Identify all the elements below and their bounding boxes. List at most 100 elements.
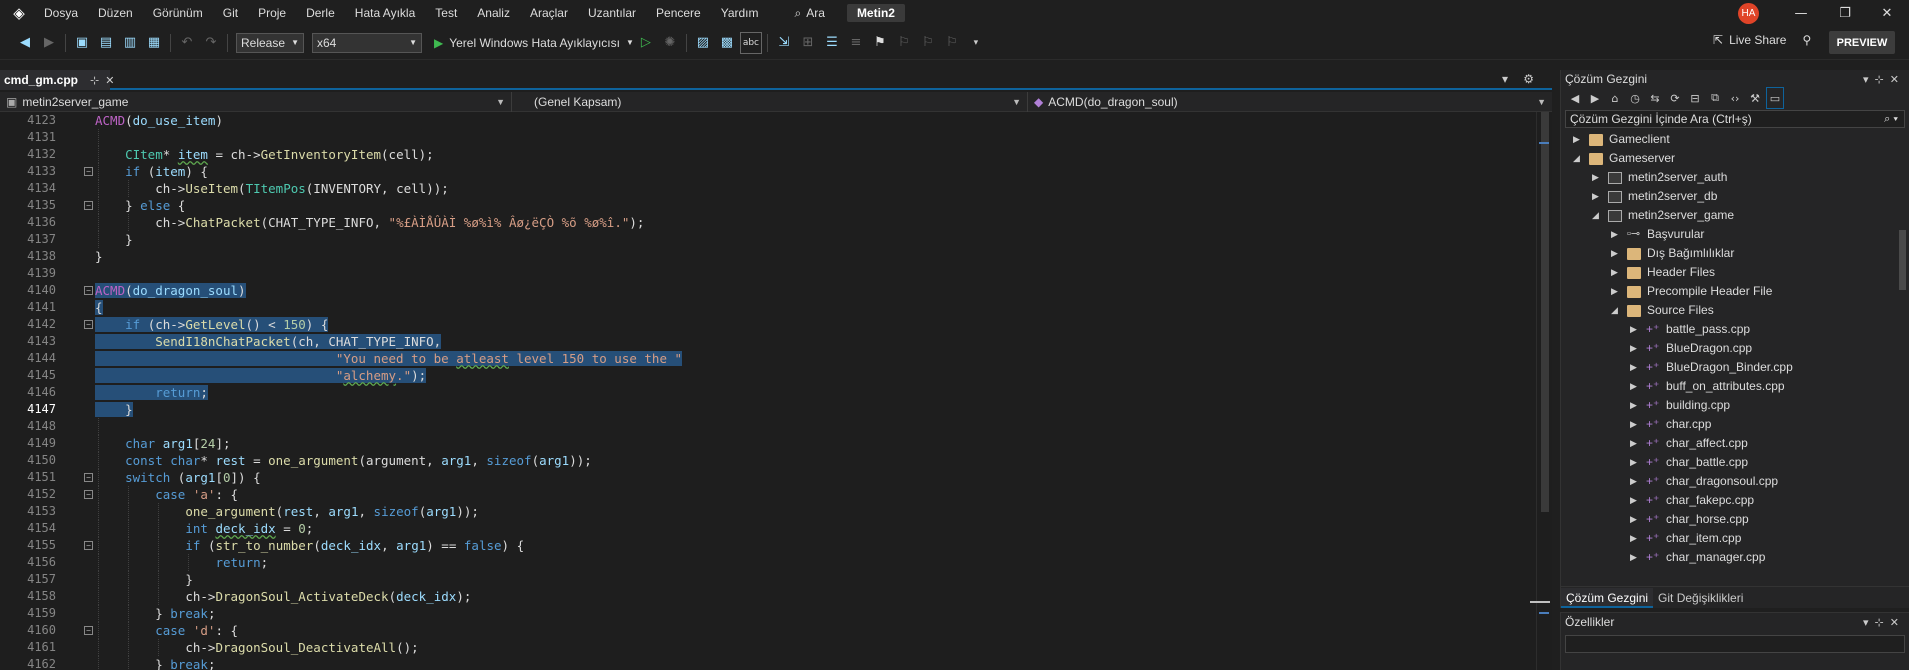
code-line[interactable]: 4149 char arg1[24]; bbox=[0, 435, 1536, 452]
expand-arrow-icon[interactable]: ▶ bbox=[1630, 453, 1640, 472]
uncomment-icon[interactable]: ≡ bbox=[845, 32, 867, 54]
menu-item-2[interactable]: Görünüm bbox=[143, 0, 213, 26]
next-bookmark-icon[interactable]: ⚐ bbox=[917, 32, 939, 54]
fold-toggle-icon[interactable]: − bbox=[84, 286, 93, 295]
tree-node[interactable]: ▶ Header Files bbox=[1561, 263, 1909, 282]
expand-arrow-icon[interactable]: ▶ bbox=[1630, 377, 1640, 396]
show-all-files-icon[interactable]: ⧉ bbox=[1706, 87, 1724, 109]
code-line[interactable]: 4146 return; bbox=[0, 384, 1536, 401]
code-line[interactable]: 4144 "You need to be atleast level 150 t… bbox=[0, 350, 1536, 367]
code-line[interactable]: 4145 "alchemy."); bbox=[0, 367, 1536, 384]
step-icon[interactable]: ⇲ bbox=[773, 32, 795, 54]
menu-item-6[interactable]: Hata Ayıkla bbox=[345, 0, 425, 26]
expand-arrow-icon[interactable]: ▶ bbox=[1592, 168, 1602, 187]
tree-node[interactable]: ▶ +⁺ char_item.cpp bbox=[1561, 529, 1909, 548]
tree-node[interactable]: ▶ Dış Bağımlılıklar bbox=[1561, 244, 1909, 263]
code-line[interactable]: 4135 −} else { bbox=[0, 197, 1536, 214]
expand-arrow-icon[interactable]: ▶ bbox=[1630, 548, 1640, 567]
code-line[interactable]: 4162} break; bbox=[0, 656, 1536, 670]
tree-node[interactable]: ▶ +⁺ BlueDragon.cpp bbox=[1561, 339, 1909, 358]
refresh-icon[interactable]: ⟳ bbox=[1666, 87, 1684, 109]
close-icon[interactable]: ✕ bbox=[105, 74, 114, 87]
sync-icon[interactable]: ⇆ bbox=[1646, 87, 1664, 109]
code-line[interactable]: 4161 ch->DragonSoul_DeactivateAll(); bbox=[0, 639, 1536, 656]
panel-tab-0[interactable]: Çözüm Gezgini bbox=[1561, 587, 1654, 608]
spell-check-icon[interactable]: abc bbox=[739, 31, 762, 54]
properties-wrench-icon[interactable]: ⚒ bbox=[1746, 87, 1764, 109]
code-line[interactable]: 4140 − ACMD(do_dragon_soul) bbox=[0, 282, 1536, 299]
code-line[interactable]: 4142 − if (ch->GetLevel() < 150) { bbox=[0, 316, 1536, 333]
expand-arrow-icon[interactable]: ▶ bbox=[1630, 415, 1640, 434]
solution-search-input[interactable]: Çözüm Gezgini İçinde Ara (Ctrl+ş) ⌕ ▾ bbox=[1565, 110, 1905, 128]
tree-node[interactable]: ▶ +⁺ BlueDragon_Binder.cpp bbox=[1561, 358, 1909, 377]
properties-object-select[interactable] bbox=[1565, 635, 1905, 653]
member-dropdown[interactable]: ◆ ACMD(do_dragon_soul) ▼ bbox=[1028, 92, 1552, 112]
code-line[interactable]: 4143 SendI18nChatPacket(ch, CHAT_TYPE_IN… bbox=[0, 333, 1536, 350]
home-icon[interactable]: ⌂ bbox=[1606, 87, 1624, 109]
tree-node[interactable]: ▶ +⁺ char_manager.cpp bbox=[1561, 548, 1909, 567]
start-without-debugging-icon[interactable]: ▷ bbox=[635, 32, 657, 54]
fold-toggle-icon[interactable]: − bbox=[84, 541, 93, 550]
fold-toggle-icon[interactable]: − bbox=[84, 490, 93, 499]
code-line[interactable]: 4156 return; bbox=[0, 554, 1536, 571]
expand-arrow-icon[interactable]: ▶ bbox=[1630, 491, 1640, 510]
scrollbar-thumb[interactable] bbox=[1541, 112, 1549, 512]
expand-arrow-icon[interactable]: ▶ bbox=[1611, 282, 1621, 301]
code-line[interactable]: 4152 − case 'a': { bbox=[0, 486, 1536, 503]
expand-arrow-icon[interactable]: ▶ bbox=[1630, 510, 1640, 529]
fold-toggle-icon[interactable]: − bbox=[84, 626, 93, 635]
code-line[interactable]: 4133 − if (item) { bbox=[0, 163, 1536, 180]
tree-node[interactable]: ▶ Gameclient bbox=[1561, 130, 1909, 149]
code-line[interactable]: 4148 bbox=[0, 418, 1536, 435]
code-line[interactable]: 4147 } bbox=[0, 401, 1536, 418]
code-line[interactable]: 4134 ch->UseItem(TItemPos(INVENTORY, cell… bbox=[0, 180, 1536, 197]
code-line[interactable]: 4153 one_argument(rest, arg1, sizeof(arg1… bbox=[0, 503, 1536, 520]
code-line[interactable]: 4160 − case 'd': { bbox=[0, 622, 1536, 639]
code-line[interactable]: 4159} break; bbox=[0, 605, 1536, 622]
clear-bookmarks-icon[interactable]: ⚐ bbox=[941, 32, 963, 54]
menu-item-3[interactable]: Git bbox=[213, 0, 248, 26]
breakpoint-icon[interactable]: ⊞ bbox=[797, 32, 819, 54]
panel-tab-1[interactable]: Git Değişiklikleri bbox=[1653, 588, 1748, 608]
start-debugging-button[interactable]: ▶ Yerel Windows Hata Ayıklayıcısı ▼ bbox=[434, 36, 634, 50]
open-folder-icon[interactable]: ▤ bbox=[95, 32, 117, 54]
scope-dropdown[interactable]: (Genel Kapsam) ▼ bbox=[512, 91, 1028, 112]
expand-arrow-icon[interactable]: ▶ bbox=[1630, 434, 1640, 453]
code-line[interactable]: 4151 − switch (arg1[0]) { bbox=[0, 469, 1536, 486]
menu-item-1[interactable]: Düzen bbox=[88, 0, 143, 26]
panel-controls-icon[interactable]: ▾⊹✕ bbox=[1863, 616, 1905, 629]
menu-item-0[interactable]: Dosya bbox=[34, 0, 88, 26]
code-line[interactable]: 4123 ACMD(do_use_item) bbox=[0, 112, 1536, 129]
code-line[interactable]: 4157} bbox=[0, 571, 1536, 588]
solution-vertical-scrollbar[interactable] bbox=[1895, 130, 1909, 580]
project-scope-dropdown[interactable]: ▣ metin2server_game ▼ bbox=[0, 91, 512, 112]
expand-arrow-icon[interactable]: ▶ bbox=[1611, 244, 1621, 263]
menu-item-8[interactable]: Analiz bbox=[467, 0, 520, 26]
code-line[interactable]: 4158 ch->DragonSoul_ActivateDeck(deck_idx… bbox=[0, 588, 1536, 605]
preview-button[interactable]: PREVIEW bbox=[1829, 31, 1895, 54]
tree-node[interactable]: ▶ +⁺ buff_on_attributes.cpp bbox=[1561, 377, 1909, 396]
configuration-select[interactable]: Release ▼ bbox=[236, 32, 304, 53]
tree-node[interactable]: ▶ +⁺ char_dragonsoul.cpp bbox=[1561, 472, 1909, 491]
layout-icon[interactable]: ▩ bbox=[716, 32, 738, 54]
code-line[interactable]: 4141 { bbox=[0, 299, 1536, 316]
platform-select[interactable]: x64 ▼ bbox=[312, 32, 422, 53]
fold-toggle-icon[interactable]: − bbox=[84, 473, 93, 482]
forward-icon[interactable]: ▶ bbox=[1586, 87, 1604, 109]
tree-node[interactable]: ▶ +⁺ battle_pass.cpp bbox=[1561, 320, 1909, 339]
history-icon[interactable]: ◷ bbox=[1626, 87, 1644, 109]
code-line[interactable]: 4137} bbox=[0, 231, 1536, 248]
scrollbar-thumb[interactable] bbox=[1899, 230, 1906, 290]
expand-arrow-icon[interactable]: ▶ bbox=[1611, 225, 1621, 244]
code-line[interactable]: 4155 − if (str_to_number(deck_idx, arg1) =… bbox=[0, 537, 1536, 554]
tree-node[interactable]: ▶ Precompile Header File bbox=[1561, 282, 1909, 301]
save-all-icon[interactable]: ▦ bbox=[143, 32, 165, 54]
code-view-icon[interactable]: ‹› bbox=[1726, 87, 1744, 109]
search-button[interactable]: ⌕ Ara bbox=[787, 3, 833, 23]
tree-node[interactable]: ▶ +⁺ char_fakepc.cpp bbox=[1561, 491, 1909, 510]
live-share-button[interactable]: ⇱ Live Share ⚲ bbox=[1713, 33, 1811, 47]
undo-icon[interactable]: ↶ bbox=[176, 32, 198, 54]
tab-list-dropdown-icon[interactable]: ▾ bbox=[1502, 72, 1508, 86]
bookmark-icon[interactable]: ⚑ bbox=[869, 32, 891, 54]
expand-arrow-icon[interactable]: ▶ bbox=[1630, 339, 1640, 358]
